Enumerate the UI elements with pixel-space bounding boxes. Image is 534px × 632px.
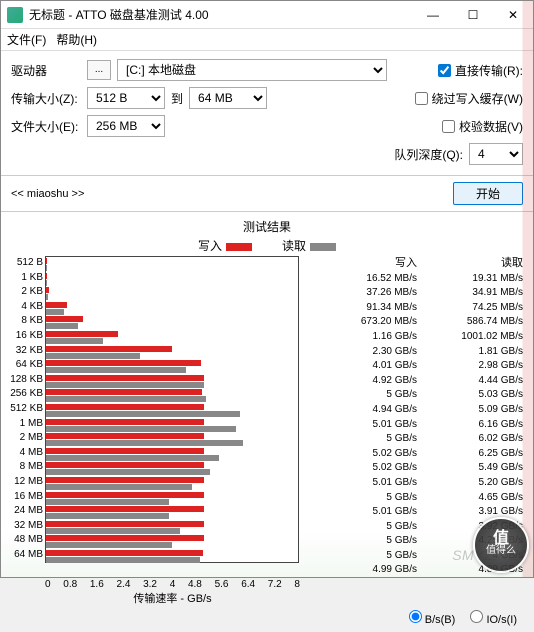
bypass-cache-label: 绕过写入缓存(W): [432, 90, 523, 107]
menu-help[interactable]: 帮助(H): [56, 31, 97, 48]
transfer-size-to[interactable]: 64 MB: [189, 87, 267, 109]
queue-depth-select[interactable]: 4: [469, 143, 523, 165]
close-button[interactable]: ✕: [493, 1, 533, 29]
chart-bars: [45, 256, 299, 563]
verify-label: 校验数据(V): [459, 118, 523, 135]
to-label: 到: [171, 90, 183, 107]
menu-file[interactable]: 文件(F): [7, 31, 46, 48]
col-read: 读取: [423, 256, 529, 271]
direct-io-label: 直接传输(R):: [455, 62, 523, 79]
chart-x-label: 传输速率 - GB/s: [45, 590, 300, 606]
chart-y-labels: 512 B1 KB2 KB4 KB8 KB16 KB32 KB64 KB128 …: [5, 256, 45, 578]
direct-io-checkbox[interactable]: [438, 64, 451, 77]
path-row: << miaoshu >> 开始: [1, 176, 533, 212]
corner-stamp: 值 值得么: [473, 517, 529, 573]
legend-write-swatch: [226, 243, 252, 251]
transfer-size-from[interactable]: 512 B: [87, 87, 165, 109]
chart-legend: 写入 读取: [5, 237, 529, 254]
queue-depth-label: 队列深度(Q):: [394, 146, 463, 163]
minimize-button[interactable]: —: [413, 1, 453, 29]
drive-browse-button[interactable]: ...: [87, 60, 111, 80]
start-button[interactable]: 开始: [453, 182, 523, 205]
bypass-cache-checkbox[interactable]: [415, 92, 428, 105]
transfer-size-label: 传输大小(Z):: [11, 90, 81, 107]
file-size-label: 文件大小(E):: [11, 118, 81, 135]
legend-read-swatch: [310, 243, 336, 251]
iops-radio[interactable]: [470, 610, 483, 623]
app-icon: [7, 7, 23, 23]
stamp-l1: 值: [493, 533, 509, 545]
path-text: << miaoshu >>: [11, 188, 84, 200]
file-size-select[interactable]: 256 MB: [87, 115, 165, 137]
menubar: 文件(F) 帮助(H): [1, 29, 533, 51]
window-title: 无标题 - ATTO 磁盘基准测试 4.00: [29, 6, 413, 23]
verify-checkbox[interactable]: [442, 120, 455, 133]
settings-panel: 驱动器 ... [C:] 本地磁盘 直接传输(R): 传输大小(Z): 512 …: [1, 51, 533, 176]
drive-select[interactable]: [C:] 本地磁盘: [117, 59, 387, 81]
drive-label: 驱动器: [11, 62, 81, 79]
app-window: 无标题 - ATTO 磁盘基准测试 4.00 — ☐ ✕ 文件(F) 帮助(H)…: [0, 0, 534, 578]
titlebar: 无标题 - ATTO 磁盘基准测试 4.00 — ☐ ✕: [1, 1, 533, 29]
maximize-button[interactable]: ☐: [453, 1, 493, 29]
legend-write-label: 写入: [198, 239, 222, 253]
unit-radio-group: B/s(B) IO/s(I): [5, 606, 529, 632]
chart-x-axis: 00.81.62.43.244.85.66.47.28: [45, 578, 300, 590]
results-section: 测试结果 写入 读取 512 B1 KB2 KB4 KB8 KB16 KB32 …: [1, 212, 533, 632]
stamp-l2: 值得么: [486, 545, 516, 557]
bps-radio[interactable]: [409, 610, 422, 623]
col-write: 写入: [317, 256, 423, 271]
legend-read-label: 读取: [282, 239, 306, 253]
results-title: 测试结果: [5, 218, 529, 235]
